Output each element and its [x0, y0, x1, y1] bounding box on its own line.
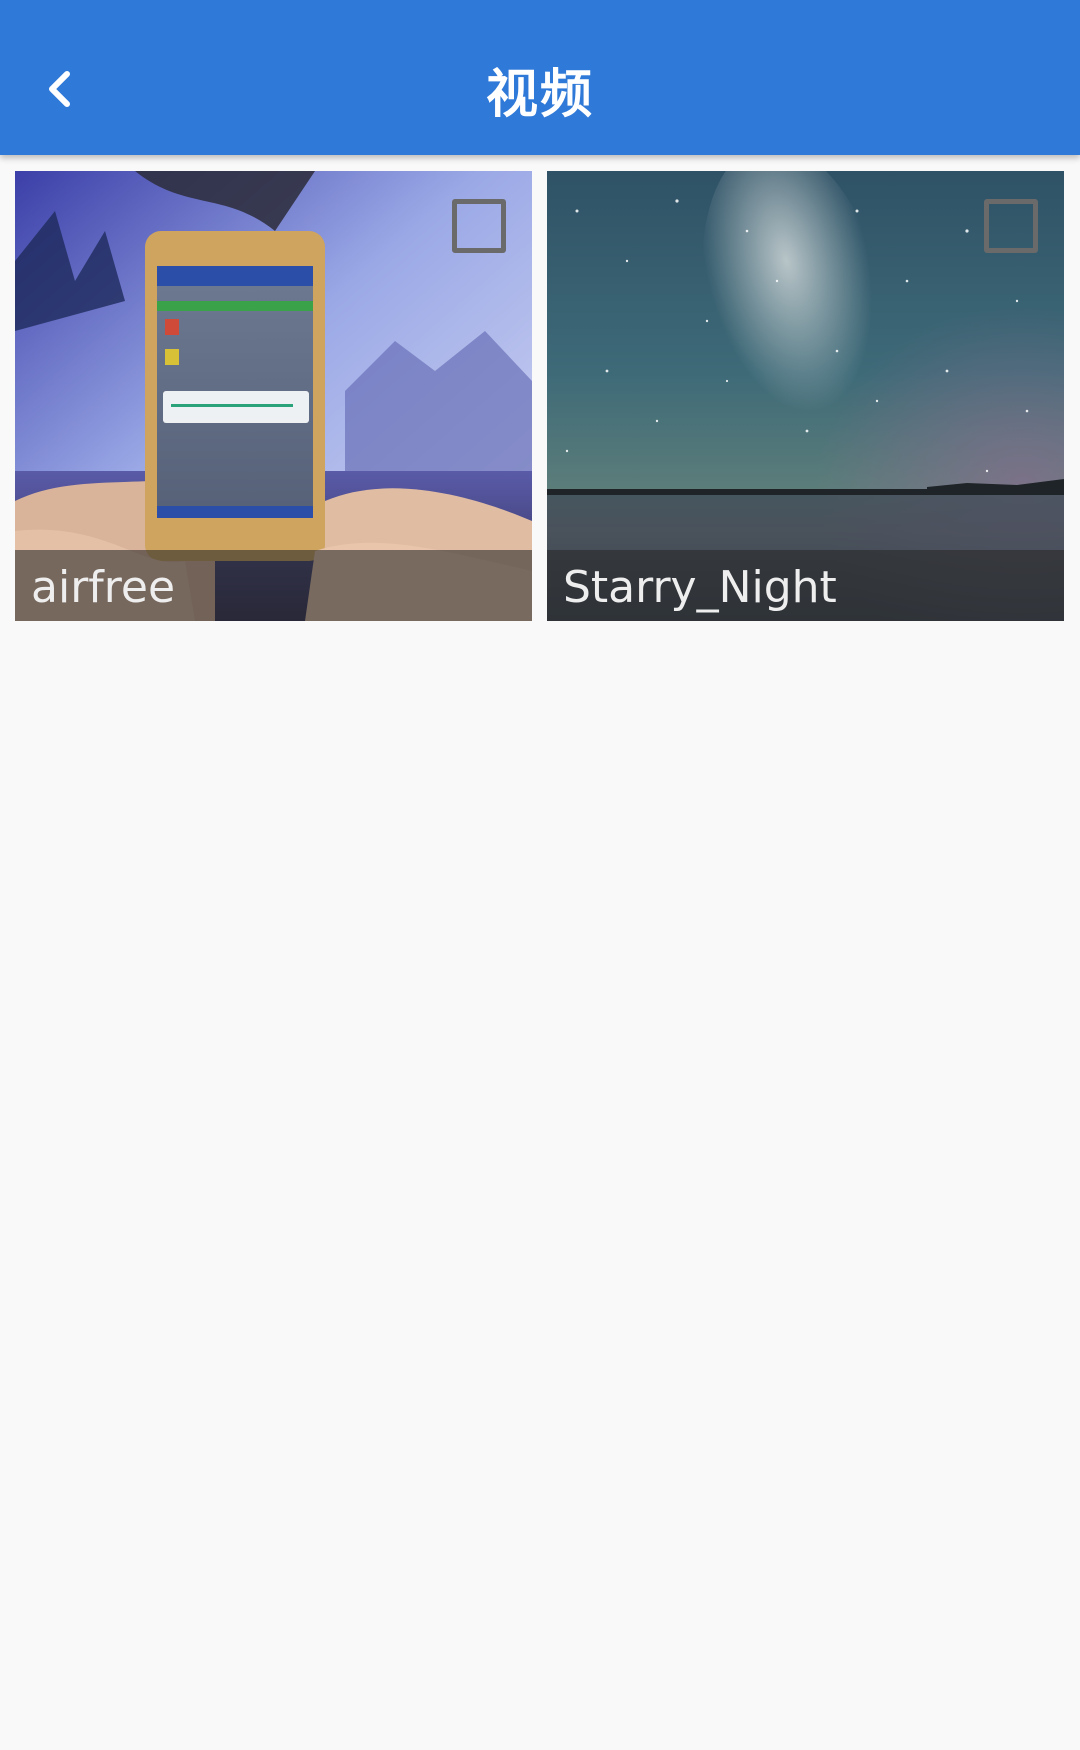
- select-checkbox[interactable]: [984, 199, 1038, 253]
- app-bar: 视频: [0, 0, 1080, 155]
- page-title: 视频: [485, 65, 594, 125]
- select-checkbox[interactable]: [452, 199, 506, 253]
- video-name: Starry_Night: [563, 562, 837, 613]
- video-name: airfree: [31, 562, 176, 613]
- video-tile[interactable]: Starry_Night: [547, 171, 1064, 621]
- video-tile[interactable]: airfree: [15, 171, 532, 621]
